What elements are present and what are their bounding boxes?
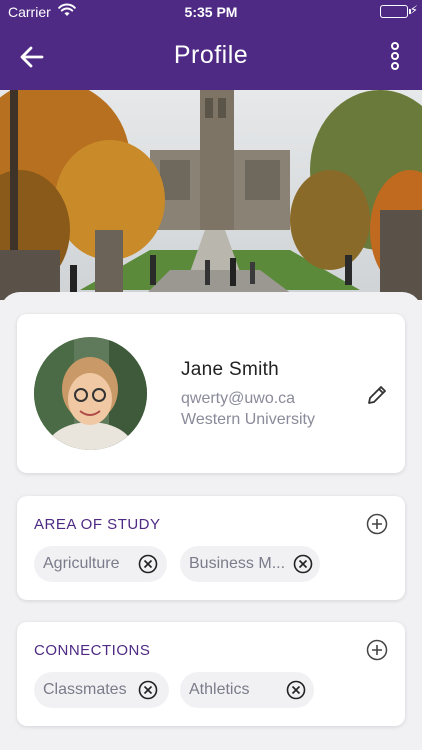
pencil-icon[interactable]	[366, 384, 388, 406]
connections-card: CONNECTIONS Classmates Athletics	[17, 622, 405, 726]
more-vertical-icon[interactable]	[390, 42, 400, 70]
area-chip-business[interactable]: Business M...	[180, 546, 320, 582]
chip-label: Classmates	[43, 681, 127, 698]
chip-label: Business M...	[189, 555, 286, 572]
profile-content: Jane Smith qwerty@uwo.ca Western Univers…	[0, 292, 422, 750]
campus-banner-image	[0, 90, 422, 300]
connection-chip-classmates[interactable]: Classmates	[34, 672, 169, 708]
area-of-study-card: AREA OF STUDY Agriculture Business M...	[17, 496, 405, 600]
navigation-bar: Profile	[0, 24, 422, 90]
connection-chip-athletics[interactable]: Athletics	[180, 672, 314, 708]
profile-name: Jane Smith	[181, 359, 280, 380]
status-bar: Carrier 5:35 PM ⚡	[0, 0, 422, 24]
profile-card: Jane Smith qwerty@uwo.ca Western Univers…	[17, 314, 405, 473]
x-circle-icon[interactable]	[293, 554, 313, 574]
status-time: 5:35 PM	[184, 4, 238, 20]
area-chip-agriculture[interactable]: Agriculture	[34, 546, 167, 582]
avatar	[34, 337, 147, 450]
x-circle-icon[interactable]	[138, 554, 158, 574]
x-circle-icon[interactable]	[138, 680, 158, 700]
area-of-study-title: AREA OF STUDY	[34, 516, 161, 533]
charging-icon: ⚡	[409, 3, 418, 17]
profile-school: Western University	[181, 411, 315, 428]
plus-circle-icon[interactable]	[366, 639, 388, 661]
connections-title: CONNECTIONS	[34, 642, 151, 659]
battery-icon	[380, 5, 411, 18]
profile-email: qwerty@uwo.ca	[181, 390, 296, 407]
chip-label: Agriculture	[43, 555, 120, 572]
chip-label: Athletics	[189, 681, 250, 698]
plus-circle-icon[interactable]	[366, 513, 388, 535]
x-circle-icon[interactable]	[286, 680, 306, 700]
page-title: Profile	[173, 41, 249, 69]
